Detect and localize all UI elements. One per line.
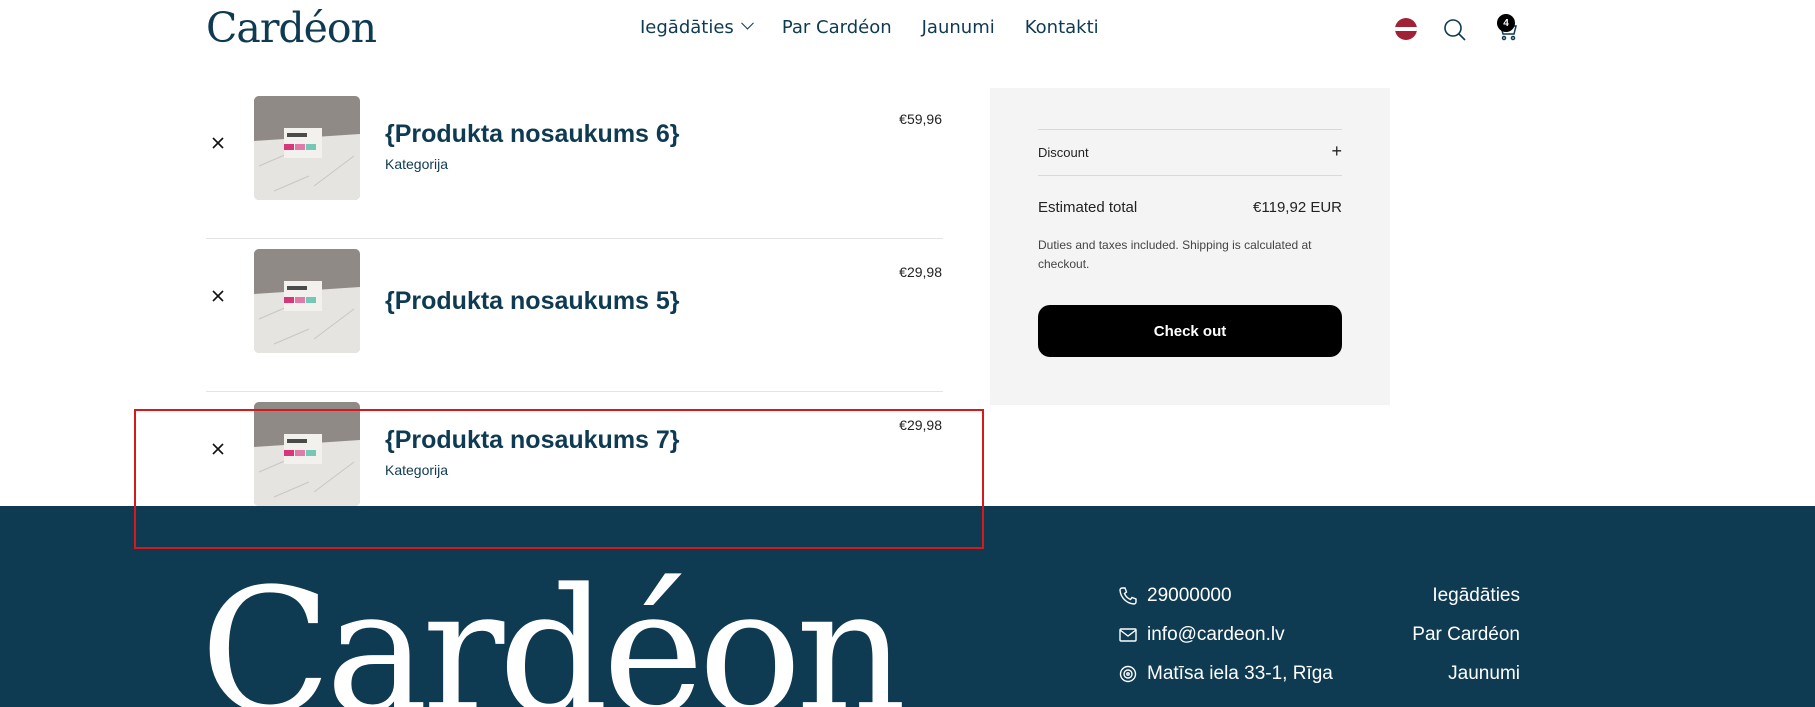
- close-icon: [212, 443, 224, 455]
- nav-item-label: Par Cardéon: [781, 17, 892, 38]
- location-icon: [1119, 665, 1137, 683]
- total-label: Estimated total: [1038, 199, 1138, 216]
- product-thumbnail[interactable]: [254, 402, 360, 506]
- estimated-total: Estimated total €119,92 EUR: [1038, 199, 1342, 216]
- nav-item-about[interactable]: Par Cardéon: [782, 17, 892, 38]
- product-name[interactable]: {Produkta nosaukums 6}: [385, 120, 680, 149]
- product-name[interactable]: {Produkta nosaukums 5}: [385, 287, 680, 316]
- total-value: €119,92 EUR: [1253, 199, 1342, 216]
- nav-item-contacts[interactable]: Kontakti: [1025, 17, 1099, 38]
- product-thumbnail[interactable]: [254, 249, 360, 353]
- close-icon: [212, 137, 224, 149]
- discount-toggle[interactable]: Discount +: [1038, 141, 1342, 161]
- cart-item: {Produkta nosaukums 6} Kategorija €59,96: [206, 86, 943, 239]
- product-category: Kategorija: [385, 462, 449, 478]
- footer-email[interactable]: info@cardeon.lv: [1118, 624, 1285, 646]
- close-icon: [212, 290, 224, 302]
- nav-item-news[interactable]: Jaunumi: [922, 17, 995, 38]
- mail-icon: [1119, 628, 1137, 642]
- nav-item-label: Iegādāties: [640, 17, 734, 38]
- footer-link-news[interactable]: Jaunumi: [1448, 663, 1520, 685]
- footer-link-about[interactable]: Par Cardéon: [1412, 624, 1520, 646]
- site-footer: Cardéon 29000000 info@cardeon.lv Matīsa …: [0, 506, 1815, 707]
- product-name[interactable]: {Produkta nosaukums 7}: [385, 426, 680, 455]
- cart-item: {Produkta nosaukums 5} €29,98: [206, 239, 943, 392]
- email-text: info@cardeon.lv: [1147, 624, 1285, 645]
- product-category: Kategorija: [385, 156, 449, 172]
- footer-link-shop[interactable]: Iegādāties: [1432, 585, 1520, 607]
- search-icon[interactable]: [1443, 18, 1467, 42]
- product-price: €59,96: [899, 111, 942, 127]
- divider: [1038, 175, 1342, 176]
- footer-logo: Cardéon: [200, 551, 907, 707]
- product-price: €29,98: [899, 264, 942, 280]
- chevron-down-icon: [740, 16, 754, 30]
- nav-item-label: Kontakti: [1024, 17, 1099, 38]
- footer-address[interactable]: Matīsa iela 33-1, Rīga: [1118, 663, 1333, 685]
- cart-items: {Produkta nosaukums 6} Kategorija €59,96…: [206, 86, 943, 545]
- checkout-button[interactable]: Check out: [1038, 305, 1342, 357]
- tax-note: Duties and taxes included. Shipping is c…: [1038, 238, 1312, 271]
- latvia-flag-icon[interactable]: [1395, 18, 1417, 40]
- nav-item-shop[interactable]: Iegādāties: [640, 16, 754, 38]
- discount-label: Discount: [1038, 145, 1089, 160]
- divider: [1038, 129, 1342, 130]
- phone-text: 29000000: [1147, 585, 1232, 606]
- product-thumbnail[interactable]: [254, 96, 360, 200]
- order-summary: Discount + Estimated total €119,92 EUR D…: [990, 88, 1390, 405]
- plus-icon: +: [1331, 141, 1342, 161]
- remove-item-button[interactable]: [206, 131, 230, 155]
- logo[interactable]: Cardéon: [206, 4, 377, 52]
- footer-phone[interactable]: 29000000: [1118, 585, 1232, 607]
- remove-item-button[interactable]: [206, 437, 230, 461]
- phone-icon: [1119, 587, 1137, 605]
- site-header: Cardéon Iegādāties Par Cardéon Jaunumi K…: [0, 0, 1815, 60]
- main-nav: Iegādāties Par Cardéon Jaunumi Kontakti: [640, 16, 1099, 38]
- address-text: Matīsa iela 33-1, Rīga: [1147, 663, 1333, 684]
- product-price: €29,98: [899, 417, 942, 433]
- nav-item-label: Jaunumi: [921, 17, 995, 38]
- cart-count-badge: 4: [1497, 14, 1515, 32]
- remove-item-button[interactable]: [206, 284, 230, 308]
